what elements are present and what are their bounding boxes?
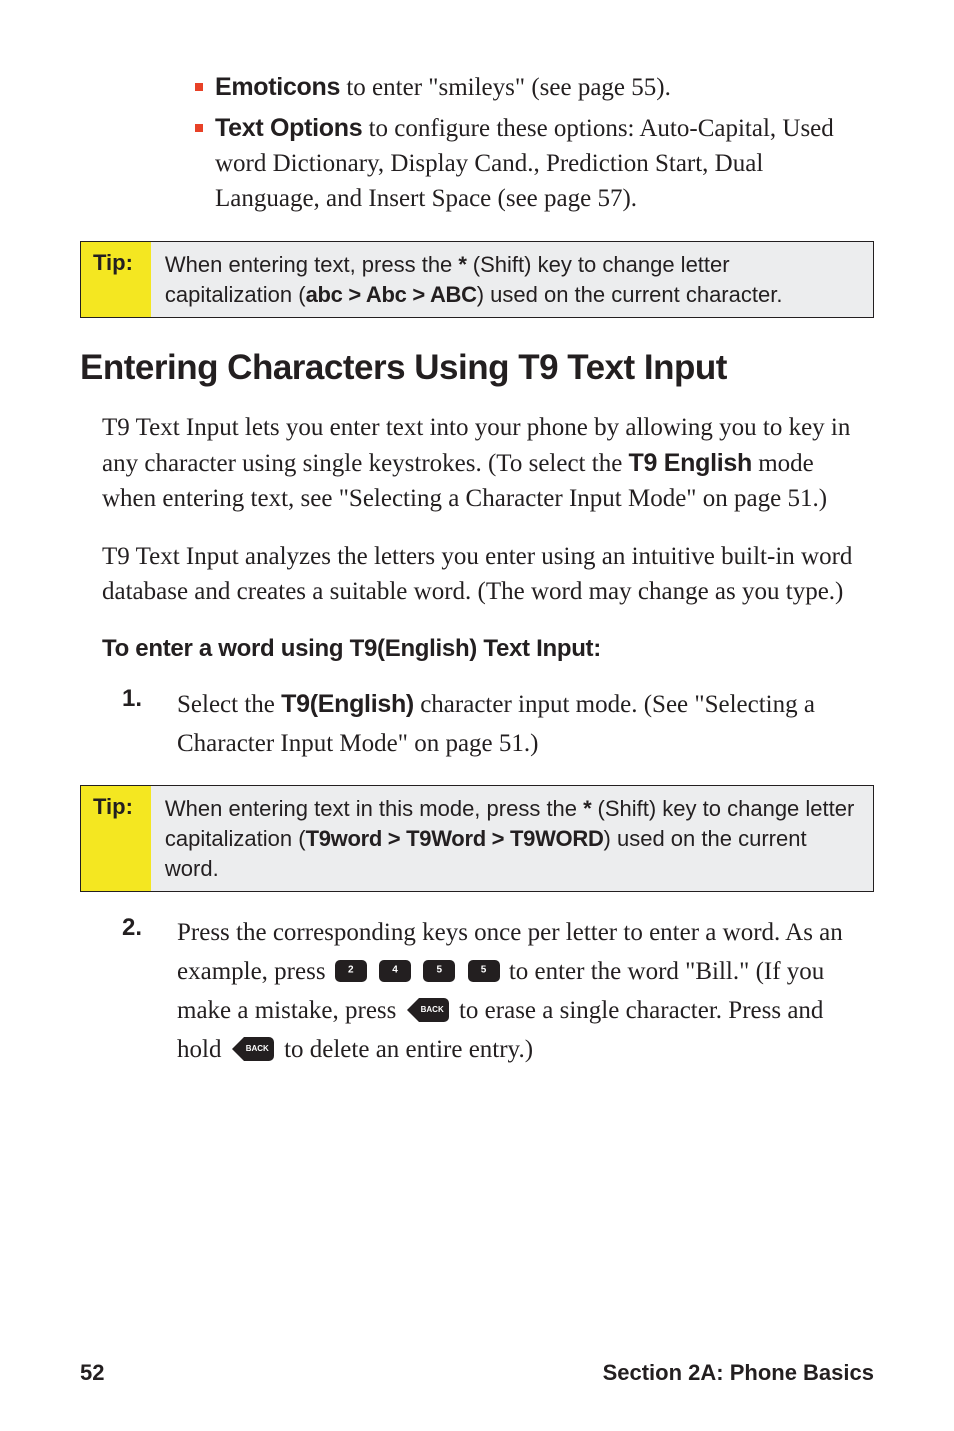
tip-box-2: Tip: When entering text in this mode, pr… <box>80 785 874 892</box>
section-label: Section 2A: Phone Basics <box>603 1360 874 1386</box>
section-heading: Entering Characters Using T9 Text Input <box>80 348 874 388</box>
step-1: 1. Select the T9(English) character inpu… <box>122 685 864 764</box>
step-bold: T9(English) <box>281 690 414 718</box>
step-number: 1. <box>122 685 177 713</box>
bullet-rest: to enter "smileys" (see page 55). <box>340 74 671 101</box>
tip-label: Tip: <box>81 242 151 317</box>
tip-box-1: Tip: When entering text, press the * (Sh… <box>80 241 874 318</box>
para-bold: T9 English <box>629 449 752 477</box>
key-5-icon <box>468 960 500 982</box>
back-key-icon: BACK <box>232 1037 274 1061</box>
tip-caps: abc > Abc > ABC <box>306 282 477 307</box>
tip-caps: T9word > T9Word > T9WORD <box>306 826 604 851</box>
tip-body: When entering text in this mode, press t… <box>151 786 873 891</box>
key-5-icon <box>423 960 455 982</box>
step-body: Press the corresponding keys once per le… <box>177 914 864 1069</box>
step2-t4: to delete an entire entry.) <box>284 1036 533 1063</box>
bullet-icon <box>195 124 203 132</box>
step-number: 2. <box>122 914 177 942</box>
tip-text-before: When entering text, press the <box>165 252 459 277</box>
tip-text-before: When entering text in this mode, press t… <box>165 796 583 821</box>
tip-body: When entering text, press the * (Shift) … <box>151 242 873 317</box>
tip-star: * <box>458 252 466 277</box>
back-key-label: BACK <box>419 998 449 1022</box>
paragraph-1: T9 Text Input lets you enter text into y… <box>102 410 874 517</box>
bullet-bold: Text Options <box>215 114 362 142</box>
page-number: 52 <box>80 1360 104 1386</box>
bullet-item-text-options: Text Options to configure these options:… <box>195 111 874 216</box>
bullet-bold: Emoticons <box>215 73 340 101</box>
numbered-list: 1. Select the T9(English) character inpu… <box>122 685 864 764</box>
numbered-list-2: 2. Press the corresponding keys once per… <box>122 914 864 1069</box>
bullet-icon <box>195 83 203 91</box>
bullet-text: Emoticons to enter "smileys" (see page 5… <box>215 70 671 105</box>
step-text-before: Select the <box>177 691 281 718</box>
key-4-icon <box>379 960 411 982</box>
tip-text-end: ) used on the current character. <box>477 282 783 307</box>
key-2-icon <box>335 960 367 982</box>
back-key-label: BACK <box>244 1037 274 1061</box>
bullet-item-emoticons: Emoticons to enter "smileys" (see page 5… <box>195 70 874 105</box>
page-footer: 52 Section 2A: Phone Basics <box>80 1360 874 1386</box>
back-key-icon: BACK <box>407 998 449 1022</box>
bullet-text: Text Options to configure these options:… <box>215 111 874 216</box>
step-body: Select the T9(English) character input m… <box>177 685 864 764</box>
tip-label: Tip: <box>81 786 151 891</box>
paragraph-2: T9 Text Input analyzes the letters you e… <box>102 539 874 610</box>
step-2: 2. Press the corresponding keys once per… <box>122 914 864 1069</box>
sub-heading: To enter a word using T9(English) Text I… <box>102 635 874 663</box>
sub-bullet-list: Emoticons to enter "smileys" (see page 5… <box>195 70 874 216</box>
